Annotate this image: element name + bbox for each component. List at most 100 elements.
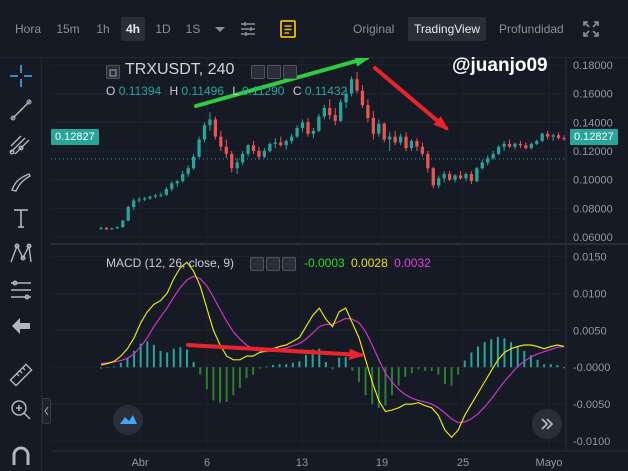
view-original[interactable]: Original xyxy=(347,17,400,41)
candle-body xyxy=(453,175,457,180)
brush-icon[interactable] xyxy=(7,168,35,196)
time-label[interactable]: Hora xyxy=(10,17,46,41)
macd-histogram-bar xyxy=(113,366,116,368)
pitchfork-icon[interactable] xyxy=(7,130,35,158)
candle-body xyxy=(230,153,234,169)
indicator-settings-icon[interactable] xyxy=(236,17,260,41)
fib-retracement-icon[interactable] xyxy=(7,276,35,304)
candle-body xyxy=(475,168,479,182)
macd-histogram-bar xyxy=(271,364,274,368)
candle-body xyxy=(518,143,523,146)
macd-histogram-bar xyxy=(278,364,281,368)
macd-histogram-bar xyxy=(324,362,327,368)
candle-body xyxy=(551,135,555,137)
candle-body xyxy=(273,142,277,144)
candle-body xyxy=(240,153,245,163)
macd-settings-icon[interactable] xyxy=(266,257,280,271)
back-arrow-icon[interactable] xyxy=(7,312,35,340)
candle-body xyxy=(153,195,158,197)
scroll-to-realtime-button[interactable] xyxy=(532,409,562,439)
candle-body xyxy=(115,227,119,229)
candle-body xyxy=(311,130,316,134)
macd-histogram-bar xyxy=(225,367,228,402)
candle-body xyxy=(524,145,528,149)
zoom-in-icon[interactable] xyxy=(7,396,35,424)
candle-body xyxy=(398,136,403,143)
price-tick-label: 0.18000 xyxy=(573,60,613,72)
candle-body xyxy=(99,227,103,229)
pattern-tool-icon[interactable] xyxy=(7,240,35,268)
candle-body xyxy=(371,117,375,134)
trend-line-icon[interactable] xyxy=(7,96,35,124)
candle-body xyxy=(502,143,506,147)
collapse-toolbar-button[interactable] xyxy=(42,398,51,424)
interval-1h[interactable]: 1h xyxy=(90,17,116,41)
chevron-down-icon[interactable] xyxy=(208,17,232,41)
macd-histogram-bar xyxy=(265,366,268,368)
high-label: H xyxy=(169,84,179,98)
macd-histogram-bar xyxy=(404,367,407,377)
macd-close-icon[interactable] xyxy=(282,257,296,271)
candle-body xyxy=(213,119,218,137)
macd-histogram-bar xyxy=(490,339,493,368)
macd-histogram-bar xyxy=(563,367,565,369)
macd-histogram-bar xyxy=(549,364,552,368)
price-tick-label: 0.14000 xyxy=(573,117,613,129)
interval-1s[interactable]: 1S xyxy=(181,17,205,41)
low-value: 0.11290 xyxy=(241,84,285,98)
price-tick-label: 0.10000 xyxy=(573,175,613,187)
open-label: O xyxy=(106,84,116,98)
candle-body xyxy=(290,136,294,141)
document-icon[interactable] xyxy=(276,17,300,41)
interval-1d[interactable]: 1D xyxy=(151,17,175,41)
interval-15m[interactable]: 15m xyxy=(52,17,84,41)
macd-histogram-bar xyxy=(179,347,182,368)
close-value: 0.11432 xyxy=(304,84,348,98)
candle-body xyxy=(284,140,288,146)
macd-tick-label: -0.0050 xyxy=(573,399,610,411)
close-icon[interactable] xyxy=(283,65,297,79)
logo-button[interactable] xyxy=(113,405,143,435)
candle-body xyxy=(306,122,310,134)
macd-histogram-bar xyxy=(424,367,427,371)
candle-body xyxy=(404,136,408,149)
candle-body xyxy=(409,140,414,149)
view-tradingview[interactable]: TradingView xyxy=(408,17,487,41)
double-chevron-right-icon xyxy=(541,418,554,430)
chevron-left-icon xyxy=(44,406,49,416)
candle-body xyxy=(464,173,468,179)
candle-body xyxy=(170,183,174,190)
macd-histogram-bar xyxy=(430,367,433,371)
view-depth[interactable]: Profundidad xyxy=(493,17,570,41)
candle-body xyxy=(339,102,343,121)
macd-visibility-icon[interactable] xyxy=(250,257,264,271)
macd-histogram-bar xyxy=(285,364,288,368)
macd-histogram-bar xyxy=(351,367,354,371)
current-price-tag-left: 0.12827 xyxy=(51,129,99,145)
candle-body xyxy=(442,173,446,179)
chart-area[interactable]: 0.18000 0.16000 0.14000 0.12000 0.10000 0.080… xyxy=(51,55,628,471)
macd-histogram-bar xyxy=(232,367,235,396)
macd-legend: MACD (12, 26, close, 9) xyxy=(106,256,234,270)
candle-body xyxy=(202,125,207,140)
ruler-icon[interactable] xyxy=(7,361,35,389)
candle-body xyxy=(458,175,463,179)
candle-body xyxy=(426,153,430,169)
macd-histogram-bar xyxy=(192,362,195,368)
magnet-icon[interactable] xyxy=(7,439,35,467)
macd-histogram-bar xyxy=(410,367,413,374)
macd-tick-label: 0.0100 xyxy=(573,288,607,300)
wave-logo-icon xyxy=(120,415,137,424)
price-tick-label: 0.06000 xyxy=(573,232,613,244)
fullscreen-icon[interactable] xyxy=(579,17,603,41)
visibility-icon[interactable] xyxy=(251,65,265,79)
macd-histogram-bar xyxy=(119,362,122,368)
candle-body xyxy=(175,181,179,184)
crosshair-icon[interactable] xyxy=(7,62,35,90)
text-tool-icon[interactable] xyxy=(7,204,35,232)
settings-icon[interactable] xyxy=(267,65,281,79)
macd-histogram-bar xyxy=(100,367,102,369)
interval-4h[interactable]: 4h xyxy=(121,17,145,41)
candle-body xyxy=(415,140,419,147)
macd-histogram-bar xyxy=(364,367,367,396)
